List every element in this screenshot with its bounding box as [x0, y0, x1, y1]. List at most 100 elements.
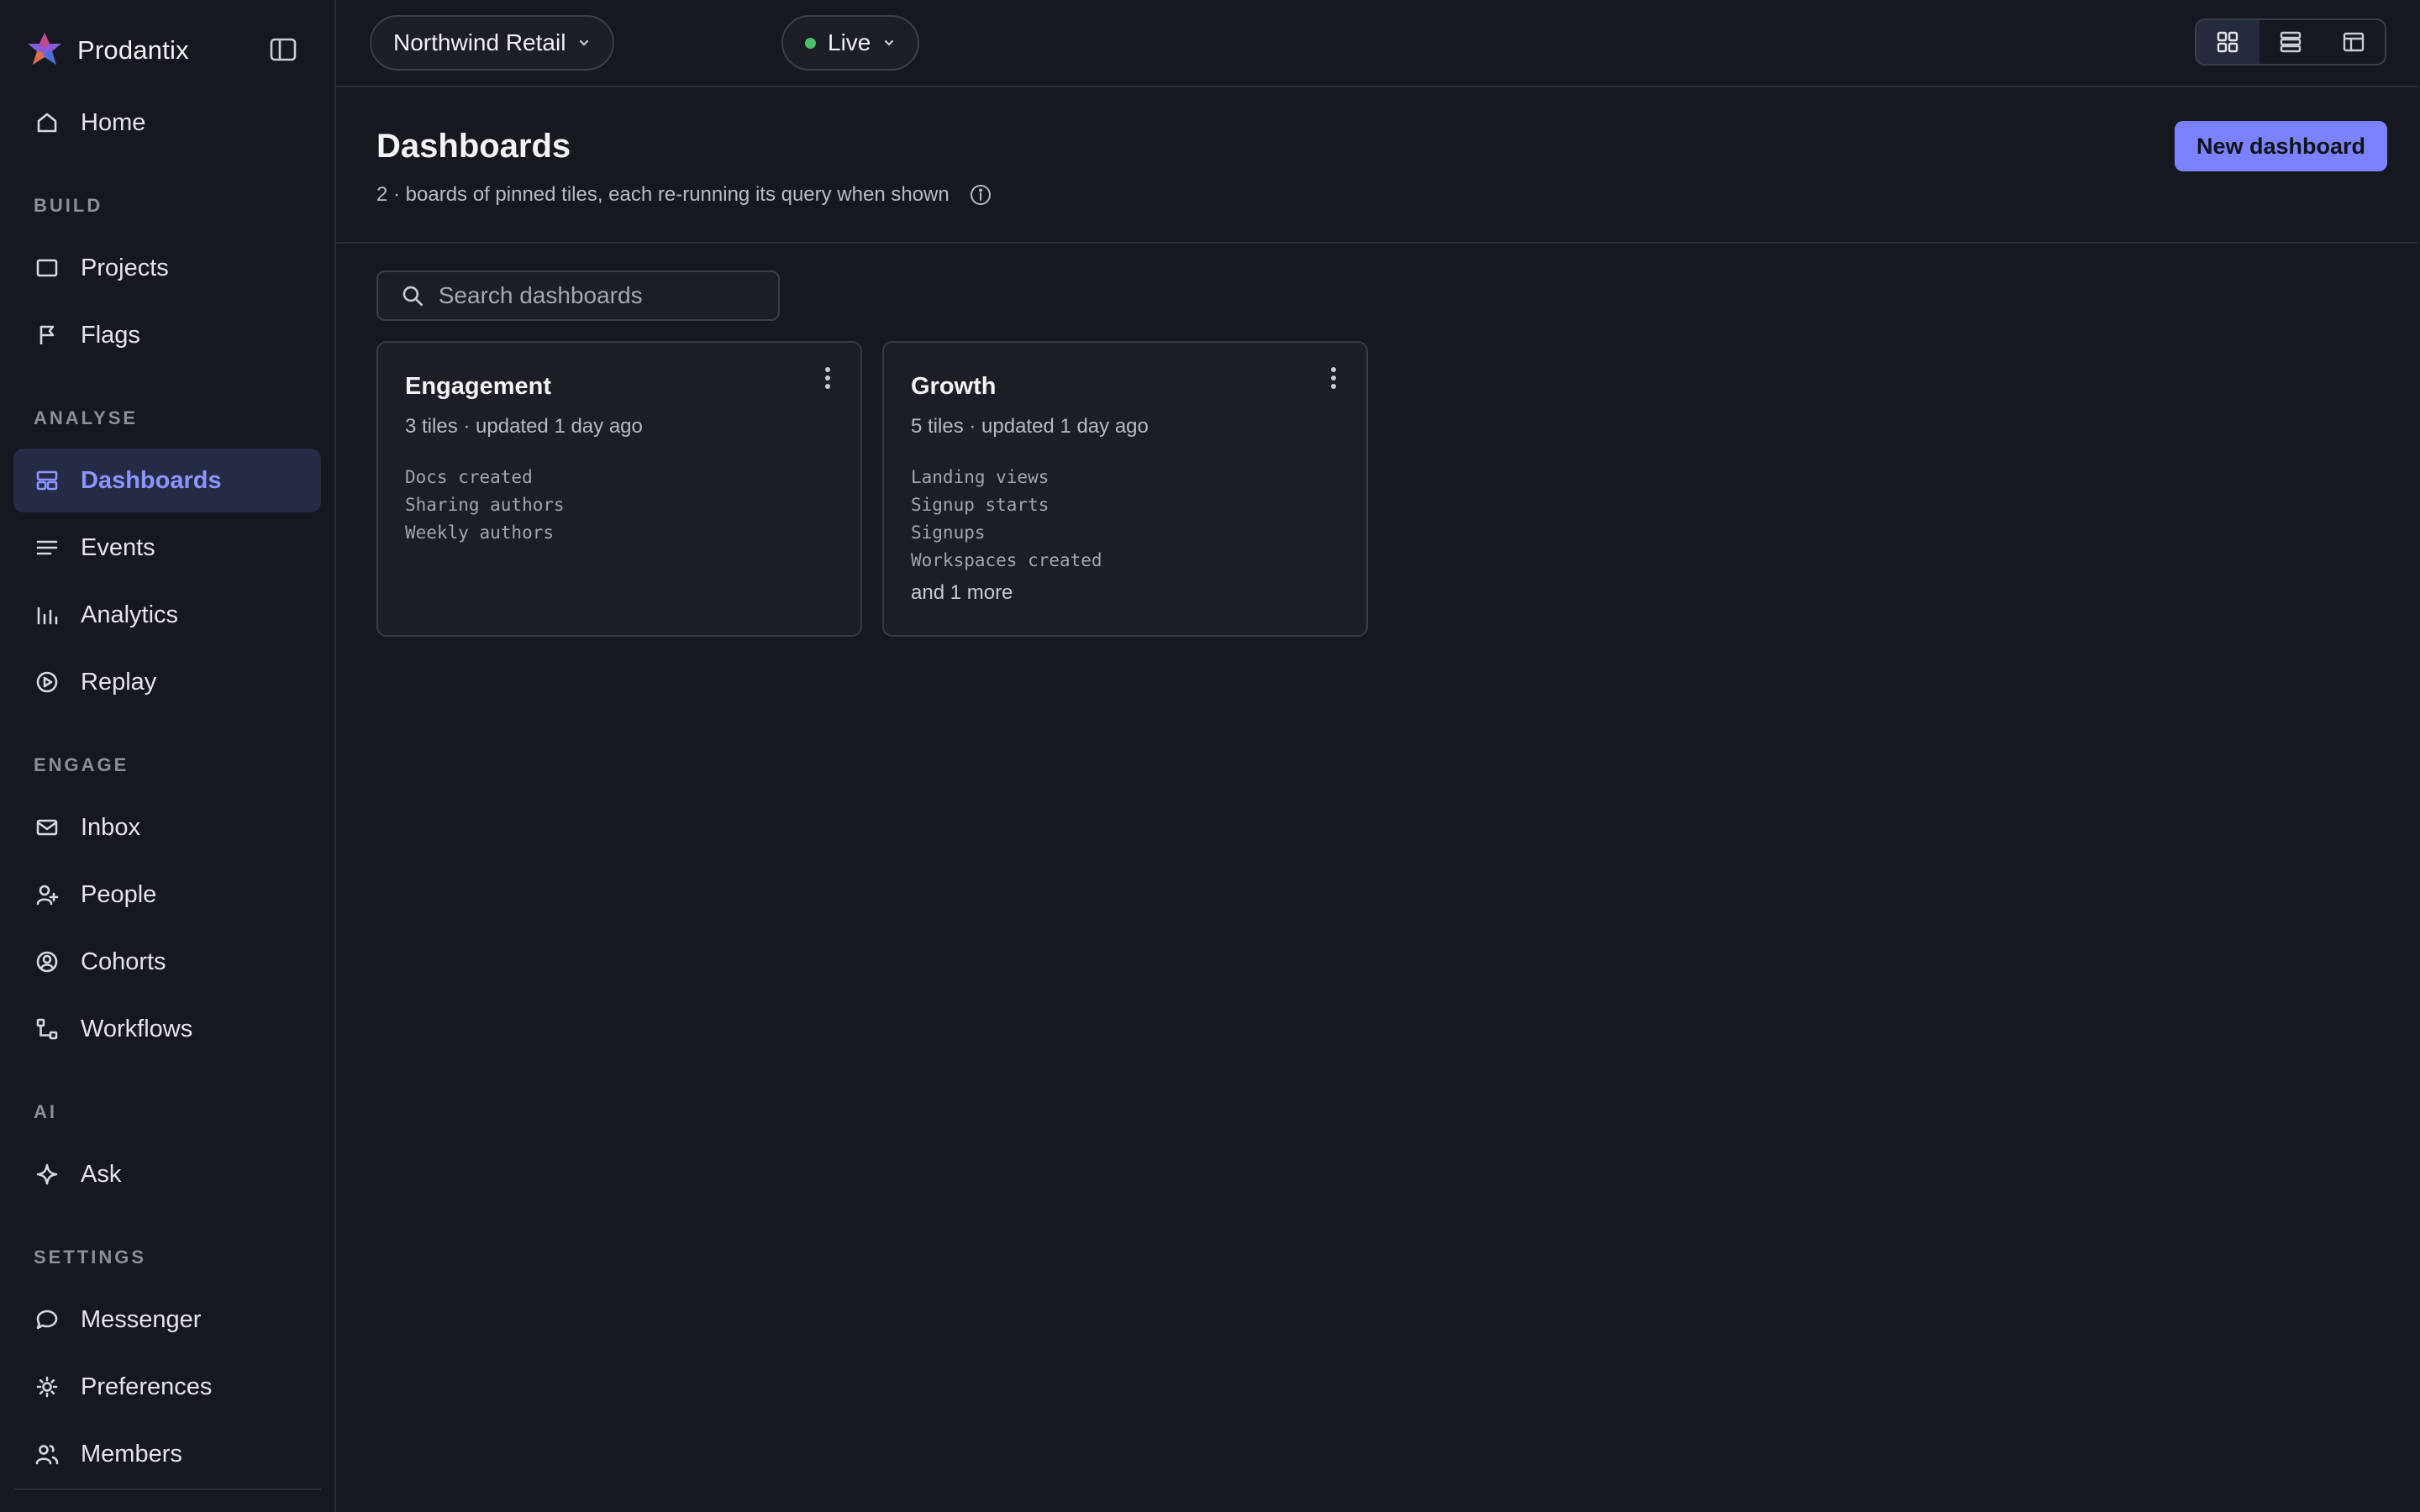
- new-dashboard-button[interactable]: New dashboard: [2175, 121, 2388, 171]
- sidebar-item-preferences[interactable]: Preferences: [13, 1355, 321, 1419]
- flag-icon: [34, 322, 60, 349]
- section-label-analyse: ANALYSE: [34, 407, 139, 428]
- sidebar-item-label: Projects: [81, 254, 169, 281]
- dashboard-card-engagement[interactable]: Engagement 3 tiles · updated 1 day ago D…: [376, 341, 862, 637]
- board-view-icon: [2343, 32, 2364, 52]
- sidebar-item-label: Home: [81, 108, 146, 136]
- grid-view-button[interactable]: [2196, 20, 2260, 64]
- workflow-icon: [34, 1016, 60, 1042]
- sidebar-item-members[interactable]: Members: [13, 1422, 321, 1486]
- sidebar-item-messenger[interactable]: Messenger: [13, 1288, 321, 1352]
- sidebar-item-label: Flags: [81, 321, 140, 349]
- card-menu-button[interactable]: [815, 361, 840, 395]
- sidebar-item-label: Analytics: [81, 601, 179, 628]
- workspace-selector[interactable]: Northwind Retail: [370, 15, 615, 71]
- chevron-down-icon: [885, 39, 894, 46]
- list-item: Sharing authors: [405, 495, 565, 515]
- sidebar-toggle-icon: [270, 38, 297, 61]
- list-item: Weekly authors: [405, 522, 555, 543]
- sidebar-item-cohorts[interactable]: Cohorts: [13, 930, 321, 994]
- search-input[interactable]: [438, 282, 755, 309]
- sidebar-item-label: Inbox: [81, 813, 140, 841]
- dashboard-meta: 5 tiles · updated 1 day ago: [911, 415, 1149, 438]
- sidebar-item-label: Preferences: [81, 1373, 213, 1400]
- square-icon: [34, 255, 60, 281]
- workspace-name: Northwind Retail: [393, 29, 566, 55]
- more-tiles-label: and 1 more: [911, 581, 1013, 604]
- bar-chart-icon: [34, 601, 60, 628]
- chat-bubble-icon: [34, 1306, 60, 1333]
- sidebar-item-label: Cohorts: [81, 948, 166, 975]
- card-menu-button[interactable]: [1321, 361, 1346, 395]
- sidebar-item-label: Events: [81, 533, 155, 561]
- sidebar-item-events[interactable]: Events: [13, 516, 321, 580]
- page-subtitle-text: 2 · boards of pinned tiles, each re-runn…: [376, 183, 950, 206]
- sidebar-item-label: Messenger: [81, 1305, 202, 1333]
- sidebar-item-projects[interactable]: Projects: [13, 236, 321, 300]
- main-content: Northwind Retail Live Dashboards 2 · boa…: [336, 0, 2420, 1512]
- gear-icon: [34, 1373, 60, 1400]
- collapse-sidebar-button[interactable]: [267, 34, 299, 66]
- section-label-engage: ENGAGE: [34, 754, 129, 775]
- prodantix-logo: [28, 33, 61, 65]
- tile-list: Docs created Sharing authors Weekly auth…: [405, 464, 565, 547]
- sidebar-item-label: People: [81, 880, 157, 908]
- list-item: Landing views: [911, 467, 1050, 487]
- sidebar-item-flags[interactable]: Flags: [13, 303, 321, 367]
- page-subtitle: 2 · boards of pinned tiles, each re-runn…: [376, 183, 992, 207]
- sidebar-item-analytics[interactable]: Analytics: [13, 583, 321, 647]
- dashboard-title: Engagement: [405, 373, 552, 400]
- sidebar-item-people[interactable]: People: [13, 863, 321, 927]
- dashboard-meta: 3 tiles · updated 1 day ago: [405, 415, 643, 438]
- environment-name: Live: [828, 29, 871, 55]
- list-item: Signups: [911, 522, 986, 543]
- sidebar-item-workflows[interactable]: Workflows: [13, 997, 321, 1061]
- home-icon: [34, 109, 60, 136]
- section-label-build: BUILD: [34, 195, 103, 216]
- list-item: Workspaces created: [911, 550, 1102, 570]
- section-label-ai: AI: [34, 1101, 57, 1122]
- sidebar-item-label: Workflows: [81, 1015, 193, 1042]
- more-vertical-icon: [1331, 367, 1336, 389]
- list-view-button[interactable]: [2260, 20, 2323, 64]
- page-title: Dashboards: [376, 128, 571, 165]
- user-plus-icon: [34, 881, 60, 908]
- sidebar-item-ask[interactable]: Ask: [13, 1142, 321, 1206]
- list-view-icon: [2280, 31, 2302, 53]
- play-circle-icon: [34, 669, 60, 696]
- sidebar: Prodantix Home BUILD Projects Flags ANAL…: [0, 0, 336, 1512]
- tile-list: Landing views Signup starts Signups Work…: [911, 464, 1102, 575]
- dashboard-icon: [34, 467, 60, 494]
- section-label-settings: SETTINGS: [34, 1247, 147, 1268]
- grid-view-icon: [2217, 31, 2238, 53]
- environment-selector[interactable]: Live: [781, 15, 920, 71]
- sidebar-item-label: Replay: [81, 668, 157, 696]
- cohort-icon: [34, 948, 60, 975]
- info-icon[interactable]: [970, 184, 992, 206]
- search-box: [376, 270, 780, 321]
- page-header: Dashboards 2 · boards of pinned tiles, e…: [336, 87, 2418, 244]
- sidebar-divider: [13, 1488, 321, 1490]
- sparkle-icon: [34, 1161, 60, 1188]
- list-lines-icon: [34, 534, 60, 561]
- sidebar-item-label: Dashboards: [81, 466, 222, 494]
- top-bar: Northwind Retail Live: [336, 0, 2418, 87]
- board-view-button[interactable]: [2322, 20, 2385, 64]
- brand[interactable]: Prodantix: [25, 30, 189, 71]
- live-status-dot: [805, 37, 816, 49]
- app-name: Prodantix: [77, 35, 189, 65]
- dashboard-title: Growth: [911, 373, 997, 400]
- mail-icon: [34, 814, 60, 841]
- list-item: Docs created: [405, 467, 533, 487]
- dashboard-card-growth[interactable]: Growth 5 tiles · updated 1 day ago Landi…: [882, 341, 1368, 637]
- view-mode-switcher: [2195, 18, 2386, 66]
- sidebar-item-inbox[interactable]: Inbox: [13, 795, 321, 859]
- sidebar-item-dashboards[interactable]: Dashboards: [13, 449, 321, 512]
- sidebar-item-home[interactable]: Home: [13, 91, 321, 155]
- sidebar-item-label: Ask: [81, 1160, 122, 1188]
- chevron-down-icon: [580, 39, 589, 46]
- users-icon: [34, 1441, 60, 1467]
- sidebar-item-replay[interactable]: Replay: [13, 650, 321, 714]
- more-vertical-icon: [825, 367, 830, 389]
- sidebar-item-label: Members: [81, 1440, 182, 1467]
